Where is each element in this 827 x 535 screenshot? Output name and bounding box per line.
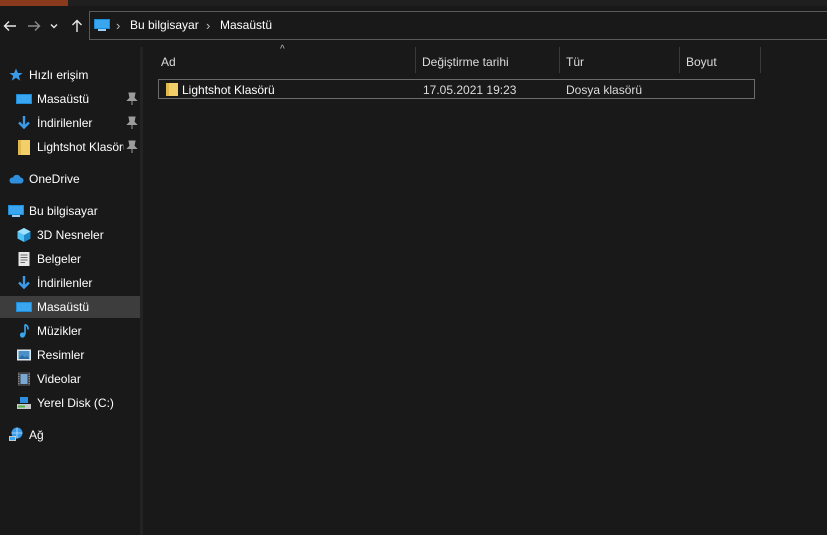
- cloud-icon: [9, 174, 24, 184]
- sidebar-item-label: İndirilenler: [37, 276, 93, 290]
- sidebar-item-label: Lightshot Klasörü: [37, 140, 124, 154]
- column-header-type[interactable]: Tür: [560, 49, 679, 73]
- 3d-objects-icon: [17, 228, 31, 242]
- breadcrumb-this-pc[interactable]: Bu bilgisayar: [130, 18, 199, 32]
- sidebar-item-label: Müzikler: [37, 324, 82, 338]
- documents-icon: [18, 252, 30, 266]
- forward-button[interactable]: [24, 16, 44, 36]
- music-icon: [19, 323, 29, 338]
- sidebar-item-pictures[interactable]: Resimler: [0, 344, 140, 366]
- sidebar-item-quick-desktop[interactable]: Masaüstü: [0, 88, 140, 110]
- sidebar-item-label: Yerel Disk (C:): [37, 396, 114, 410]
- back-button[interactable]: [0, 16, 20, 36]
- navigation-pane: Hızlı erişim Masaüstü İndirilenler Light…: [0, 56, 140, 535]
- videos-icon: [18, 372, 30, 386]
- sidebar-item-quick-lightshot[interactable]: Lightshot Klasörü: [0, 136, 140, 158]
- sidebar-item-label: Hızlı erişim: [29, 68, 89, 82]
- file-date: 17.05.2021 19:23: [423, 83, 517, 97]
- sidebar-item-downloads[interactable]: İndirilenler: [0, 272, 140, 294]
- address-bar[interactable]: › Bu bilgisayar › Masaüstü: [89, 11, 827, 40]
- sidebar-item-label: Masaüstü: [37, 92, 90, 106]
- table-row[interactable]: Lightshot Klasörü 17.05.2021 19:23 Dosya…: [158, 79, 755, 99]
- sidebar-item-documents[interactable]: Belgeler: [0, 248, 140, 270]
- sidebar-item-label: Videolar: [37, 372, 81, 386]
- breadcrumb-desktop[interactable]: Masaüstü: [220, 18, 272, 32]
- breadcrumb-separator[interactable]: ›: [116, 18, 120, 33]
- arrow-up-icon: [72, 19, 82, 32]
- column-header-date[interactable]: Değiştirme tarihi: [416, 49, 559, 73]
- sidebar-item-onedrive[interactable]: OneDrive: [0, 168, 140, 190]
- arrow-right-icon: [28, 21, 41, 31]
- computer-icon: [94, 19, 110, 31]
- sidebar-item-local-disk[interactable]: Yerel Disk (C:): [0, 392, 140, 414]
- file-type: Dosya klasörü: [566, 83, 643, 97]
- computer-icon: [8, 205, 24, 217]
- pin-icon[interactable]: [126, 116, 138, 130]
- local-disk-icon: [17, 397, 31, 409]
- star-icon: [9, 68, 23, 81]
- sidebar-item-this-pc[interactable]: Bu bilgisayar: [0, 200, 140, 222]
- sidebar-item-quick-access[interactable]: Hızlı erişim: [0, 64, 140, 86]
- file-list: ^ Ad Değiştirme tarihi Tür Boyut Lightsh…: [143, 44, 827, 535]
- sidebar-item-label: OneDrive: [29, 172, 80, 186]
- pin-icon[interactable]: [126, 92, 138, 106]
- network-icon: [9, 427, 23, 441]
- column-divider[interactable]: [760, 47, 761, 73]
- arrow-left-icon: [3, 21, 16, 31]
- recent-locations-button[interactable]: [47, 16, 61, 36]
- sidebar-item-label: Belgeler: [37, 252, 82, 266]
- column-header-name[interactable]: Ad: [155, 49, 415, 73]
- navigation-bar: › Bu bilgisayar › Masaüstü: [0, 6, 827, 47]
- sidebar-item-label: Resimler: [37, 348, 85, 362]
- sidebar-item-label: Masaüstü: [37, 300, 90, 314]
- desktop-icon: [16, 302, 32, 312]
- sidebar-item-label: Ağ: [29, 428, 44, 442]
- download-icon: [18, 116, 30, 130]
- sidebar-item-network[interactable]: Ağ: [0, 424, 140, 446]
- sidebar-item-label: İndirilenler: [37, 116, 93, 130]
- pictures-icon: [17, 349, 31, 361]
- sidebar-item-videos[interactable]: Videolar: [0, 368, 140, 390]
- file-name: Lightshot Klasörü: [182, 83, 275, 97]
- up-button[interactable]: [67, 16, 87, 36]
- sidebar-item-label: Bu bilgisayar: [29, 204, 98, 218]
- breadcrumb-separator[interactable]: ›: [206, 18, 210, 33]
- download-icon: [18, 276, 30, 290]
- folder-icon: [166, 83, 178, 96]
- chevron-down-icon: [50, 24, 58, 29]
- desktop-icon: [16, 94, 32, 104]
- column-header-size[interactable]: Boyut: [680, 49, 760, 73]
- folder-icon: [18, 140, 30, 155]
- pin-icon[interactable]: [126, 140, 138, 154]
- sidebar-item-desktop[interactable]: Masaüstü: [0, 296, 140, 318]
- sidebar-item-music[interactable]: Müzikler: [0, 320, 140, 342]
- sidebar-item-quick-downloads[interactable]: İndirilenler: [0, 112, 140, 134]
- sidebar-item-3d-objects[interactable]: 3D Nesneler: [0, 224, 140, 246]
- sidebar-item-label: 3D Nesneler: [37, 228, 104, 242]
